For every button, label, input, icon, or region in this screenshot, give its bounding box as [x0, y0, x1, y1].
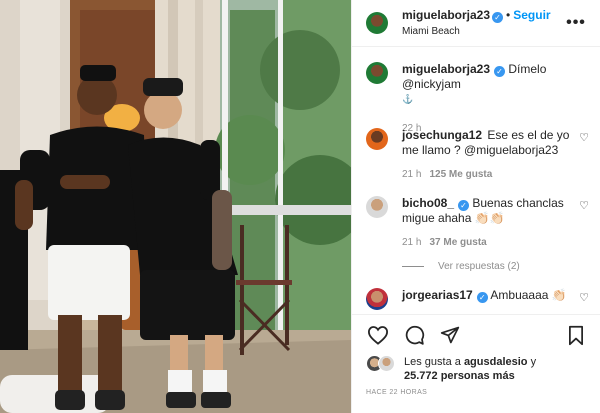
- post-location[interactable]: Miami Beach: [402, 24, 566, 39]
- view-replies-label[interactable]: Ver respuestas (2): [438, 261, 520, 272]
- comments-list[interactable]: miguelaborja23 ✓ Dímelo @nickyjam ⚓ 22 h …: [352, 48, 600, 314]
- post-side-panel: miguelaborja23 ✓ • Seguir Miami Beach ••• m…: [351, 0, 600, 413]
- post-footer: Les gusta a agusdalesio y 25.772 persona…: [352, 314, 600, 413]
- heart-icon[interactable]: [366, 323, 390, 347]
- comment-icon[interactable]: [402, 323, 426, 347]
- verified-badge-icon: ✓: [476, 292, 488, 303]
- comment-time[interactable]: 21 h: [402, 169, 421, 180]
- comment-heart-icon[interactable]: ♡: [578, 199, 590, 250]
- author-info: miguelaborja23 ✓ • Seguir Miami Beach: [402, 7, 566, 39]
- post-header: miguelaborja23 ✓ • Seguir Miami Beach •••: [352, 0, 600, 47]
- post-photo[interactable]: [0, 0, 351, 413]
- comment-likes[interactable]: 37 Me gusta: [429, 237, 486, 248]
- author-username[interactable]: miguelaborja23: [402, 8, 490, 22]
- author-avatar[interactable]: [366, 12, 388, 34]
- likes-summary: Les gusta a agusdalesio y 25.772 persona…: [366, 355, 588, 383]
- liker-avatar: [378, 355, 395, 372]
- likers-avatars[interactable]: [366, 355, 396, 373]
- comment-body: jorgearias17 ✓ Ambuaaaa 👏🏻: [402, 288, 578, 310]
- comment-body: josechunga12 Ese es el de yo me llamo ? …: [402, 128, 578, 182]
- comment-item: jorgearias17 ✓ Ambuaaaa 👏🏻 ♡: [366, 288, 590, 310]
- verified-badge-icon: ✓: [458, 200, 470, 211]
- comment-meta: 21 h 37 Me gusta: [402, 235, 578, 250]
- caption: miguelaborja23 ✓ Dímelo @nickyjam ⚓ 22 h: [366, 62, 590, 136]
- comment-time[interactable]: 21 h: [402, 237, 421, 248]
- comment-avatar[interactable]: [366, 196, 388, 218]
- more-options-icon[interactable]: •••: [566, 14, 586, 32]
- comment-heart-icon[interactable]: ♡: [578, 291, 590, 310]
- share-icon[interactable]: [438, 323, 462, 347]
- comment-author[interactable]: bicho08_: [402, 196, 454, 210]
- comment-item: bicho08_ ✓ Buenas chanclas migue ahaha 👏🏻…: [366, 196, 590, 250]
- comment-likes[interactable]: 125 Me gusta: [429, 169, 492, 180]
- likes-count[interactable]: 25.772 personas más: [404, 370, 515, 382]
- comment-heart-icon[interactable]: ♡: [578, 131, 590, 182]
- bookmark-icon[interactable]: [564, 323, 588, 347]
- caption-author[interactable]: miguelaborja23: [402, 62, 490, 76]
- likes-conj: y: [530, 356, 537, 368]
- view-replies-button[interactable]: Ver respuestas (2): [402, 261, 520, 272]
- comment-text: Ambuaaaa 👏🏻: [490, 288, 567, 302]
- caption-body: miguelaborja23 ✓ Dímelo @nickyjam ⚓ 22 h: [402, 62, 590, 136]
- comment-body: bicho08_ ✓ Buenas chanclas migue ahaha 👏🏻…: [402, 196, 578, 250]
- likes-prefix: Les gusta a: [404, 356, 461, 368]
- comment-item: josechunga12 Ese es el de yo me llamo ? …: [366, 128, 590, 182]
- follow-button[interactable]: Seguir: [513, 8, 550, 22]
- caption-author-avatar[interactable]: [366, 62, 388, 84]
- comment-avatar[interactable]: [366, 128, 388, 150]
- photo-illustration: [0, 0, 351, 413]
- comment-meta: 21 h 125 Me gusta: [402, 167, 578, 182]
- caption-emoji: ⚓: [402, 94, 414, 104]
- action-bar: [366, 323, 588, 347]
- comment-author[interactable]: josechunga12: [402, 128, 482, 142]
- likes-text: Les gusta a agusdalesio y 25.772 persona…: [404, 355, 536, 383]
- separator-dot: •: [506, 8, 511, 22]
- post-time-ago[interactable]: HACE 22 HORAS: [366, 389, 427, 396]
- verified-badge-icon: ✓: [492, 12, 504, 23]
- comment-avatar[interactable]: [366, 288, 388, 310]
- likes-user[interactable]: agusdalesio: [464, 356, 528, 368]
- comment-author[interactable]: jorgearias17: [402, 288, 473, 302]
- verified-badge-icon: ✓: [494, 66, 506, 77]
- replies-divider: [402, 266, 424, 267]
